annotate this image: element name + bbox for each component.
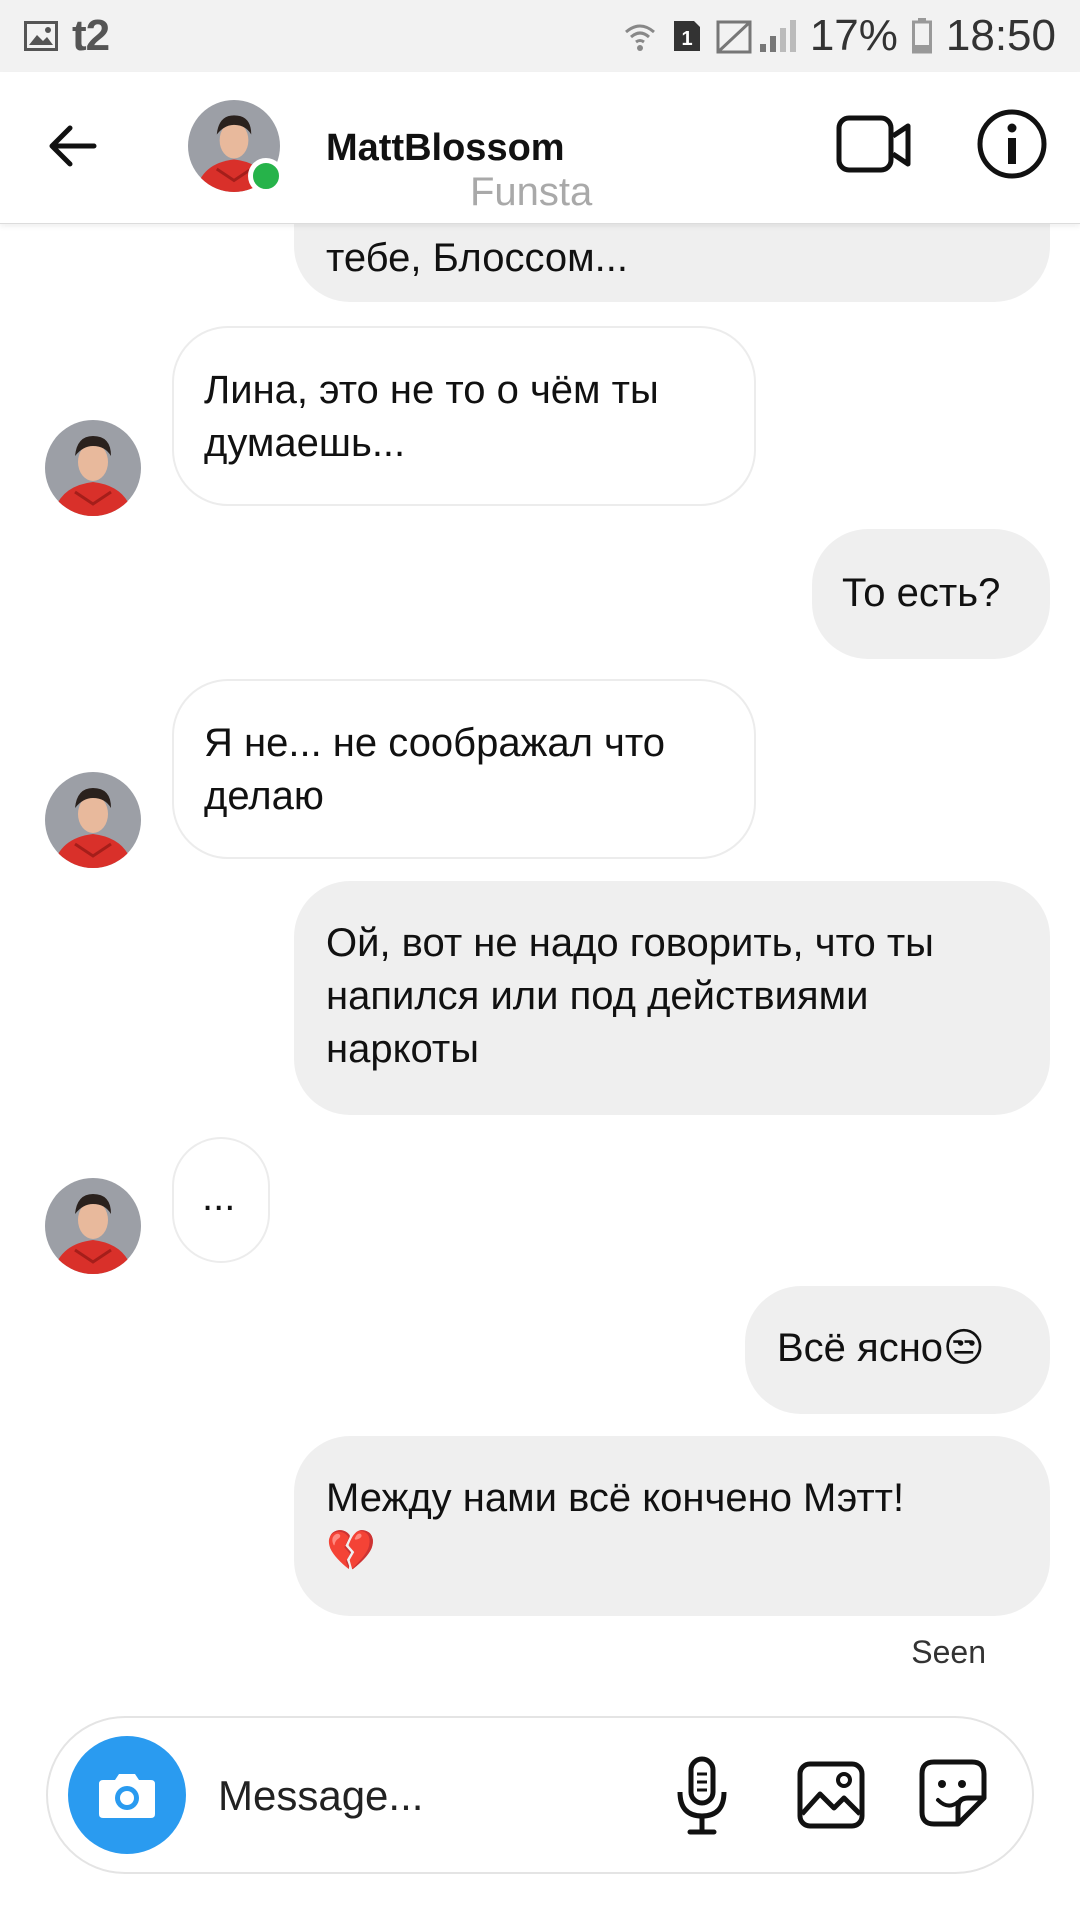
message-text: ...: [202, 1175, 236, 1219]
online-status-dot: [248, 158, 284, 194]
clock: 18:50: [945, 11, 1056, 60]
message-bubble-outgoing[interactable]: Ой, вот не надо говорить, что ты напился…: [294, 881, 1050, 1115]
header-avatar[interactable]: [188, 100, 284, 194]
camera-icon: [99, 1774, 155, 1818]
carrier-label: t2: [72, 11, 110, 60]
message-composer: [46, 1716, 1034, 1874]
message-input[interactable]: [218, 1758, 638, 1834]
message-line: Лина, это не то о чём ты: [204, 368, 659, 412]
status-right: 1 17% 18:50: [622, 11, 1056, 61]
battery-icon: [911, 18, 932, 54]
message-line: Я не... не соображал что: [204, 721, 665, 765]
message-bubble-outgoing[interactable]: Всё ясно😒: [745, 1286, 1050, 1414]
battery-percent: 17%: [809, 11, 898, 60]
status-left: t2: [24, 11, 110, 61]
svg-text:1: 1: [681, 28, 692, 50]
broken-heart-emoji: 💔: [326, 1529, 376, 1573]
message-text: То есть?: [842, 571, 1001, 615]
video-call-icon[interactable]: [836, 112, 912, 178]
message-bubble-incoming[interactable]: Я не... не соображал что делаю: [172, 679, 756, 859]
sender-avatar[interactable]: [45, 420, 141, 516]
message-text: тебе, Блоссом...: [326, 236, 628, 280]
info-icon[interactable]: [976, 108, 1048, 180]
avatar-photo: [45, 1178, 141, 1274]
message-bubble-incoming[interactable]: Лина, это не то о чём ты думаешь...: [172, 326, 756, 506]
message-line: напился или под действиями: [326, 974, 869, 1018]
message-line: Ой, вот не надо говорить, что ты: [326, 921, 934, 965]
gallery-icon[interactable]: [796, 1760, 866, 1830]
chat-username[interactable]: MattBlossom: [326, 127, 565, 170]
seen-receipt: Seen: [911, 1634, 986, 1670]
message-line: Между нами всё кончено Мэтт!: [326, 1476, 905, 1520]
avatar-photo: [45, 420, 141, 516]
image-icon: [24, 21, 58, 51]
message-bubble-outgoing[interactable]: Между нами всё кончено Мэтт! 💔: [294, 1436, 1050, 1616]
message-bubble-incoming[interactable]: ...: [172, 1137, 270, 1263]
chat-subtitle: Funsta: [470, 170, 593, 214]
camera-button[interactable]: [68, 1736, 186, 1854]
signal-icon: [716, 18, 796, 54]
unamused-emoji: 😒: [943, 1326, 985, 1370]
message-line: думаешь...: [204, 421, 406, 465]
message-list[interactable]: тебе, Блоссом... Лина, это не то о чём т…: [0, 224, 1080, 1684]
chat-header: MattBlossom Funsta: [0, 72, 1080, 224]
message-line: наркоты: [326, 1027, 479, 1071]
wifi-icon: [622, 18, 658, 54]
back-arrow-icon[interactable]: [44, 116, 104, 176]
message-text: Всё ясно: [777, 1326, 944, 1370]
microphone-icon[interactable]: [672, 1756, 732, 1836]
avatar-photo: [45, 772, 141, 868]
message-line: делаю: [204, 774, 324, 818]
status-bar: t2 1 17% 18:50: [0, 0, 1080, 72]
message-bubble-outgoing[interactable]: тебе, Блоссом...: [294, 224, 1050, 302]
sender-avatar[interactable]: [45, 1178, 141, 1274]
sender-avatar[interactable]: [45, 772, 141, 868]
message-bubble-outgoing[interactable]: То есть?: [812, 529, 1050, 659]
sticker-icon[interactable]: [918, 1758, 988, 1828]
sim-icon: 1: [672, 19, 702, 53]
